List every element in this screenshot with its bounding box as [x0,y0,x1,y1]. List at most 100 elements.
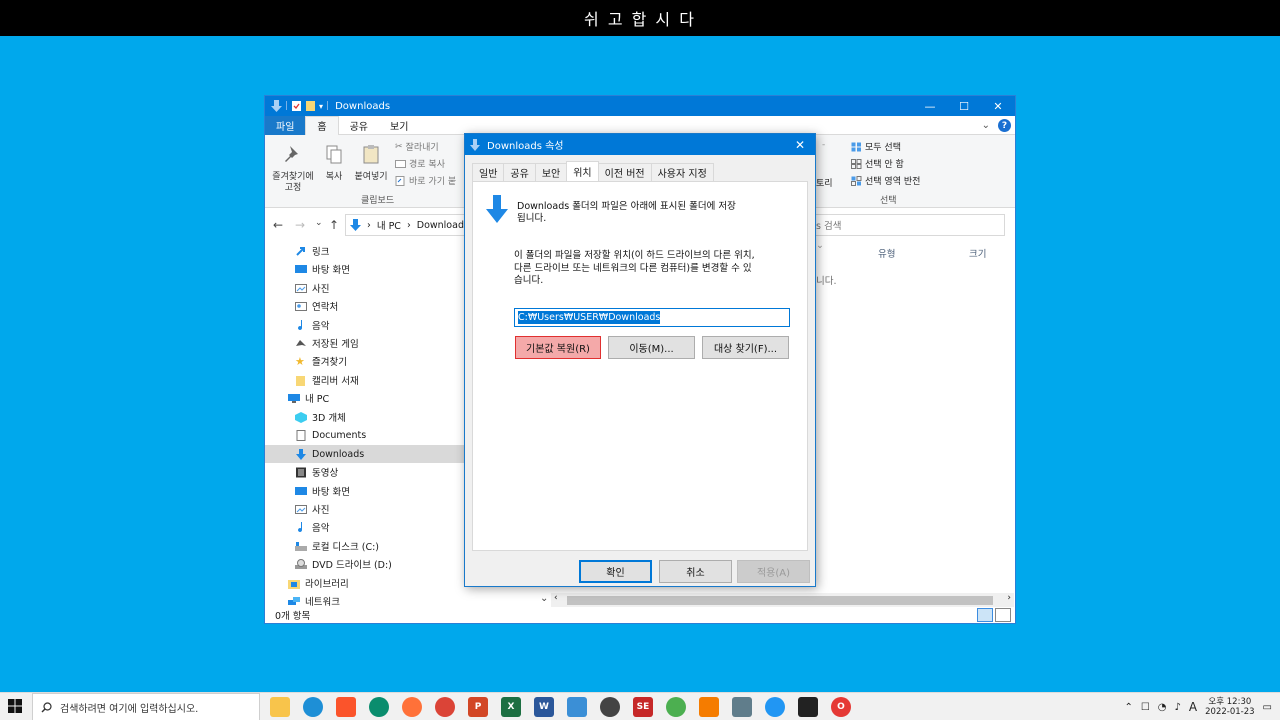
breadcrumb-downloads[interactable]: Downloads [417,220,469,231]
notification-icon[interactable]: ▭ [1263,702,1272,713]
ribbon-tab-file[interactable]: 파일 [265,115,306,135]
copy-path-button[interactable]: 경로 복사 [395,157,445,170]
remote-desktop-icon[interactable] [567,697,587,717]
properties-icon[interactable] [291,100,302,112]
wifi-icon[interactable]: ◔ [1158,702,1167,713]
dialog-close-button[interactable]: ✕ [785,134,815,155]
nav-item-downloads[interactable]: Downloads [265,445,465,463]
select-all-button[interactable]: 모두 선택 [851,140,901,153]
file-explorer-icon[interactable] [270,697,290,717]
ok-button[interactable]: 확인 [579,560,652,583]
tab-sharing[interactable]: 공유 [503,163,536,181]
library-icon [288,579,300,589]
invert-selection-button[interactable]: 선택 영역 반전 [851,174,920,187]
details-view-icon[interactable] [977,608,993,622]
nav-item-music[interactable]: 음악 [265,316,465,334]
nav-item-3d-objects[interactable]: 3D 개체 [265,408,465,426]
download-arrow-icon[interactable] [271,100,282,112]
new-folder-icon[interactable] [305,100,316,112]
ribbon-tab-home[interactable]: 홈 [305,115,339,136]
ribbon-tab-view[interactable]: 보기 [379,116,419,135]
word-icon[interactable]: W [534,697,554,717]
find-target-button[interactable]: 대상 찾기(F)... [702,336,789,359]
brave-icon[interactable] [336,697,356,717]
chrome-alt-icon[interactable] [765,697,785,717]
nav-item-local-disk-c[interactable]: 로컬 디스크 (C:) [265,537,465,555]
nav-item-desktop[interactable]: 바탕 화면 [265,260,465,278]
tab-general[interactable]: 일반 [472,163,505,181]
tab-previous-versions[interactable]: 이전 버전 [597,163,652,181]
large-icons-view-icon[interactable] [995,608,1011,622]
cancel-button[interactable]: 취소 [659,560,732,583]
up-arrow-icon[interactable]: ↑ [329,218,339,232]
opera-icon[interactable]: O [831,697,851,717]
vlc-icon[interactable] [699,697,719,717]
scroll-down-chevron-icon[interactable]: ⌄ [540,593,548,604]
back-arrow-icon[interactable]: ← [273,218,283,232]
ribbon-tab-share[interactable]: 공유 [339,116,379,135]
breadcrumb-my-pc[interactable]: 내 PC [377,218,401,232]
nav-item-documents[interactable]: Documents [265,426,465,444]
nav-item-saved-games[interactable]: 저장된 게임 [265,334,465,352]
dialog-titlebar[interactable]: Downloads 속성 [465,134,815,155]
tab-security[interactable]: 보안 [534,163,568,181]
nav-item-videos[interactable]: 동영상 [265,463,465,481]
excel-icon[interactable]: X [501,697,521,717]
minimize-button[interactable]: — [913,96,947,116]
clock[interactable]: 오후 12:30 2022-01-23 [1205,697,1254,717]
forward-arrow-icon[interactable]: → [295,218,305,232]
ime-indicator[interactable]: A [1189,700,1197,714]
se-app-icon[interactable]: SE [633,697,653,717]
nav-item-contacts[interactable]: 연락처 [265,297,465,315]
restore-default-button[interactable]: 기본값 복원(R) [515,336,601,359]
volume-icon[interactable]: ♪ [1175,702,1181,713]
horizontal-scrollbar[interactable]: ‹ › [551,593,1014,607]
green-app-icon[interactable] [666,697,686,717]
nav-item-music-2[interactable]: 음악 [265,518,465,536]
paste-button[interactable]: 붙여넣기 [347,143,395,183]
tab-location[interactable]: 위치 [566,161,599,181]
pin-to-quick-access-button[interactable]: 즐겨찾기에 고정 [269,143,317,194]
search-input[interactable]: ds 검색 [805,214,1005,236]
scroll-left-icon[interactable]: ‹ [554,593,558,603]
app-swirl-icon[interactable] [369,697,389,717]
sticky-notes-icon[interactable] [798,697,818,717]
close-button[interactable]: ✕ [981,96,1015,116]
powerpoint-icon[interactable]: P [468,697,488,717]
help-icon[interactable]: ? [998,119,1011,132]
tray-app-icon[interactable]: ☐ [1141,702,1150,713]
firefox-icon[interactable] [402,697,422,717]
maximize-button[interactable]: ☐ [947,96,981,116]
paste-shortcut-button[interactable]: 바로 가기 붙 [395,174,456,187]
windows-start-icon[interactable] [8,699,22,713]
ribbon-expand-icon[interactable]: ⌄ [982,120,990,131]
chrome-icon[interactable] [435,697,455,717]
recent-locations-icon[interactable]: ⌄ [315,218,323,228]
move-button[interactable]: 이동(M)... [608,336,695,359]
nav-item-links[interactable]: 링크 [265,242,465,260]
apply-button[interactable]: 적용(A) [737,560,810,583]
obs-icon[interactable] [600,697,620,717]
cut-button[interactable]: ✂ 잘라내기 [395,140,439,154]
qa-dropdown-icon[interactable]: ▾ [319,102,323,111]
nav-item-favorites[interactable]: ★ 즐겨찾기 [265,352,465,370]
edge-icon[interactable] [303,697,323,717]
calculator-icon[interactable] [732,697,752,717]
nav-item-my-pc[interactable]: 내 PC [265,389,465,407]
nav-item-calibre-library[interactable]: 캘리버 서재 [265,371,465,389]
tray-chevron-up-icon[interactable]: ⌃ [1124,702,1132,713]
column-header-size[interactable]: 크기 [969,246,986,260]
explorer-titlebar[interactable]: | ▾ | Downloads — ☐ ✕ [265,96,1015,116]
location-path-input[interactable]: C:₩Users₩USER₩Downloads [514,308,790,327]
nav-item-pictures-2[interactable]: 사진 [265,500,465,518]
scrollbar-thumb[interactable] [567,596,993,605]
tab-customize[interactable]: 사용자 지정 [650,163,714,181]
nav-item-libraries[interactable]: 라이브러리 [265,574,465,592]
nav-item-pictures[interactable]: 사진 [265,279,465,297]
nav-item-dvd-drive-d[interactable]: DVD 드라이브 (D:) [265,555,465,573]
taskbar-search-input[interactable]: 검색하려면 여기에 입력하십시오. [32,693,260,720]
scroll-right-icon[interactable]: › [1007,593,1011,603]
column-header-type[interactable]: 유형 [878,246,895,260]
nav-item-desktop-2[interactable]: 바탕 화면 [265,482,465,500]
select-none-button[interactable]: 선택 안 함 [851,157,904,170]
